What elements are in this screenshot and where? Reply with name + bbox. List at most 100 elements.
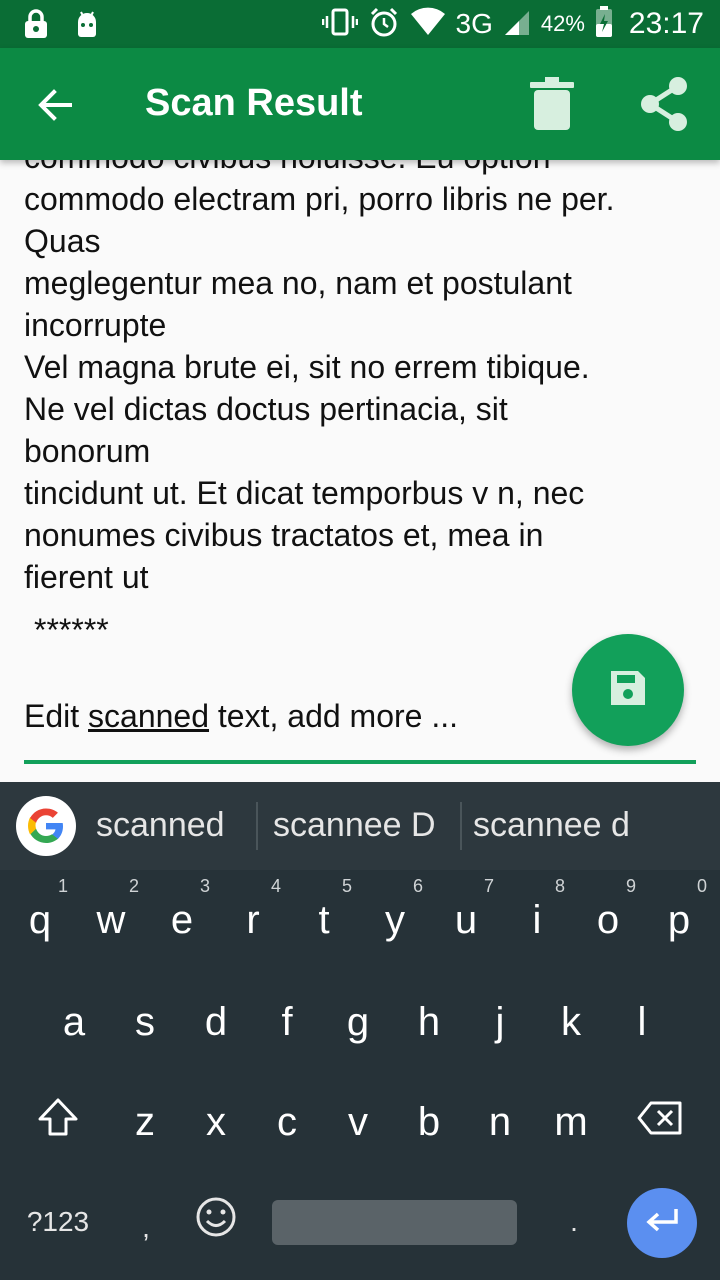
battery-charging-icon [595, 6, 613, 42]
scan-result-content[interactable]: commodo civibus holuisse. Eu option commo… [0, 160, 720, 782]
key-j[interactable]: j [464, 972, 536, 1072]
key-label: g [346, 999, 370, 1044]
arrow-back-icon [30, 89, 80, 134]
key-r[interactable]: r4 [217, 870, 289, 970]
key-label: x [206, 1099, 226, 1144]
key-hint: 7 [483, 876, 494, 896]
period-key-label: . [570, 1206, 578, 1237]
key-f[interactable]: f [251, 972, 323, 1072]
key-label: i [532, 897, 542, 942]
key-label: w [96, 897, 126, 942]
key-label: p [667, 897, 691, 942]
key-hint: 4 [270, 876, 281, 896]
save-button[interactable] [572, 634, 684, 746]
key-q[interactable]: q1 [4, 870, 76, 970]
comma-key-label: , [142, 1212, 150, 1243]
key-i[interactable]: i8 [501, 870, 573, 970]
backspace-icon [637, 1100, 683, 1145]
key-label: m [554, 1099, 588, 1144]
key-label: l [637, 999, 647, 1044]
key-label: y [385, 897, 405, 942]
key-label: j [495, 999, 505, 1044]
key-k[interactable]: k [535, 972, 607, 1072]
space-key[interactable] [272, 1200, 517, 1245]
scan-text-line: Quas [24, 223, 101, 259]
key-hint: 5 [341, 876, 352, 896]
enter-icon [642, 1206, 682, 1240]
key-hint: 8 [554, 876, 565, 896]
comma-key[interactable]: , [110, 1178, 182, 1278]
key-g[interactable]: g [322, 972, 394, 1072]
suggestion-bar: scanned scannee D scannee d [0, 782, 720, 870]
backspace-key[interactable] [624, 1072, 696, 1172]
key-label: u [454, 897, 478, 942]
key-l[interactable]: l [606, 972, 678, 1072]
key-label: s [135, 999, 155, 1044]
key-label: v [348, 1099, 368, 1144]
scan-text-line: Vel magna brute ei, sit no errem tibique… [24, 349, 590, 385]
share-icon [636, 77, 692, 136]
edit-suffix: text, add more ... [209, 698, 459, 734]
back-button[interactable] [30, 80, 80, 130]
key-t[interactable]: t5 [288, 870, 360, 970]
keyboard: scanned scannee D scannee d ?123 , . q1w… [0, 782, 720, 1280]
key-h[interactable]: h [393, 972, 465, 1072]
key-label: b [417, 1099, 441, 1144]
lock-icon [22, 8, 50, 44]
key-hint: 2 [128, 876, 139, 896]
key-d[interactable]: d [180, 972, 252, 1072]
scanned-text[interactable]: commodo civibus holuisse. Eu option commo… [24, 160, 704, 598]
key-p[interactable]: p0 [643, 870, 715, 970]
key-hint: 9 [625, 876, 636, 896]
key-hint: 0 [696, 876, 707, 896]
key-w[interactable]: w2 [75, 870, 147, 970]
scan-text-line: tincidunt ut. Et dicat temporbus v n, ne… [24, 475, 585, 511]
suggestion-3[interactable]: scannee d [473, 806, 630, 845]
edit-prefix: Edit [24, 698, 89, 734]
key-hint: 6 [412, 876, 423, 896]
key-s[interactable]: s [109, 972, 181, 1072]
scan-text-line: commodo electram pri, porro libris ne pe… [24, 181, 615, 217]
key-c[interactable]: c [251, 1072, 323, 1172]
key-o[interactable]: o9 [572, 870, 644, 970]
key-m[interactable]: m [535, 1072, 607, 1172]
key-label: c [277, 1099, 297, 1144]
key-a[interactable]: a [38, 972, 110, 1072]
key-z[interactable]: z [109, 1072, 181, 1172]
delete-button[interactable] [528, 76, 576, 132]
key-label: q [28, 897, 52, 942]
emoji-key[interactable] [180, 1172, 252, 1272]
key-label: z [135, 1099, 155, 1144]
key-label: o [596, 897, 620, 942]
edit-input-text[interactable]: Edit scanned text, add more ... [24, 698, 458, 735]
shift-icon [37, 1097, 79, 1147]
shift-key[interactable] [22, 1072, 94, 1172]
vibrate-icon [321, 6, 358, 42]
key-hint: 1 [57, 876, 68, 896]
enter-key[interactable] [627, 1188, 697, 1258]
period-key[interactable]: . [538, 1172, 610, 1272]
key-x[interactable]: x [180, 1072, 252, 1172]
key-u[interactable]: u7 [430, 870, 502, 970]
key-label: a [62, 999, 86, 1044]
google-logo-icon[interactable] [16, 796, 76, 856]
key-label: r [246, 897, 260, 942]
key-y[interactable]: y6 [359, 870, 431, 970]
key-n[interactable]: n [464, 1072, 536, 1172]
suggestion-1[interactable]: scanned [96, 806, 225, 845]
symbols-key[interactable]: ?123 [20, 1172, 96, 1272]
key-v[interactable]: v [322, 1072, 394, 1172]
suggestion-divider [256, 802, 258, 850]
scan-text-line: incorrupte [24, 307, 167, 343]
suggestion-divider [460, 802, 462, 850]
key-b[interactable]: b [393, 1072, 465, 1172]
network-type: 3G [455, 8, 493, 39]
share-button[interactable] [636, 76, 692, 132]
suggestion-2[interactable]: scannee D [273, 806, 436, 845]
alarm-icon [368, 6, 400, 42]
key-label: n [488, 1099, 512, 1144]
key-label: h [417, 999, 441, 1044]
delete-icon [528, 77, 576, 136]
key-label: t [318, 897, 330, 942]
key-e[interactable]: e3 [146, 870, 218, 970]
